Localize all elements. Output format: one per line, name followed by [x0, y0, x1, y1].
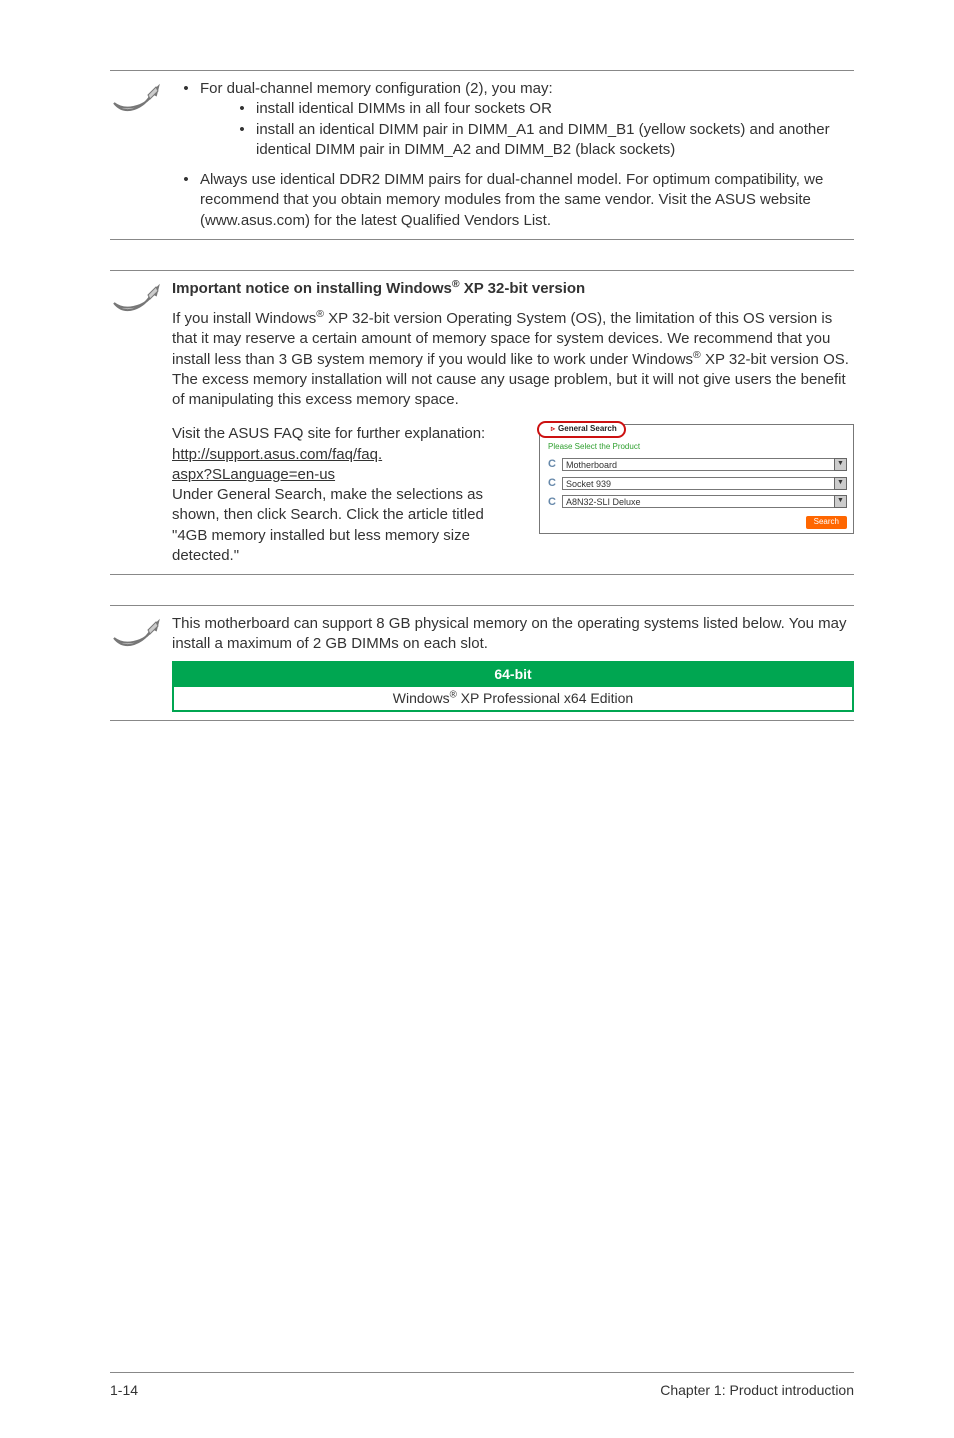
faq-link-2[interactable]: aspx?SLanguage=en-us — [172, 466, 335, 483]
section2-title: Important notice on installing Windows® … — [172, 279, 854, 299]
bullet-top-2: • Always use identical DDR2 DIMM pairs f… — [172, 170, 854, 231]
bullet-icon: • — [228, 120, 256, 161]
para-part: If you install Windows — [172, 310, 316, 327]
sub-bullet-1: • install identical DIMMs in all four so… — [228, 99, 854, 119]
note-icon — [110, 614, 172, 652]
faq-link-1[interactable]: http://support.asus.com/faq/faq. — [172, 446, 382, 463]
faq-instruction: Please Select the Product — [540, 440, 853, 455]
instr-text: Visit the ASUS FAQ site for further expl… — [172, 424, 521, 444]
page-footer: 1-14 Chapter 1: Product introduction — [110, 1372, 854, 1400]
sub-bullet-text: install identical DIMMs in all four sock… — [256, 99, 854, 119]
os-table: 64-bit Windows® XP Professional x64 Edit… — [172, 661, 854, 713]
note-box-3: This motherboard can support 8 GB physic… — [110, 605, 854, 721]
bullet-text: Always use identical DDR2 DIMM pairs for… — [200, 170, 854, 231]
faq-select-product[interactable]: Motherboard — [562, 458, 835, 471]
faq-tab: ▹General Search — [537, 421, 626, 438]
para-sup: ® — [693, 349, 701, 361]
os-table-cell: Windows® XP Professional x64 Edition — [173, 686, 853, 711]
dropdown-icon[interactable]: ▼ — [834, 477, 847, 490]
os-cell-part: Windows — [393, 690, 450, 706]
section2-paragraph: If you install Windows® XP 32-bit versio… — [172, 309, 854, 410]
os-cell-sup: ® — [450, 690, 457, 701]
title-part: XP 32-bit version — [460, 280, 586, 297]
note-box-1: • For dual-channel memory configuration … — [110, 70, 854, 240]
title-sup: ® — [452, 278, 460, 290]
sub-bullet-text: install an identical DIMM pair in DIMM_A… — [256, 120, 854, 161]
faq-screenshot: ▹General Search Please Select the Produc… — [539, 424, 854, 534]
note-icon — [110, 279, 172, 317]
bullet-text: For dual-channel memory configuration (2… — [200, 80, 553, 97]
faq-select-socket[interactable]: Socket 939 — [562, 477, 835, 490]
bullet-icon: • — [228, 99, 256, 119]
note-body-3: This motherboard can support 8 GB physic… — [172, 614, 854, 712]
para-sup: ® — [316, 308, 324, 320]
c-icon: C — [546, 476, 558, 491]
section2-instructions: Visit the ASUS FAQ site for further expl… — [172, 424, 521, 566]
faq-row-3: C A8N32-SLI Deluxe ▼ — [540, 493, 853, 512]
faq-row-1: C Motherboard ▼ — [540, 455, 853, 474]
faq-row-2: C Socket 939 ▼ — [540, 474, 853, 493]
dropdown-icon[interactable]: ▼ — [834, 458, 847, 471]
sub-bullet-2: • install an identical DIMM pair in DIMM… — [228, 120, 854, 161]
bullet-icon: • — [172, 170, 200, 231]
section3-text: This motherboard can support 8 GB physic… — [172, 614, 854, 655]
faq-select-model[interactable]: A8N32-SLI Deluxe — [562, 495, 835, 508]
title-part: Important notice on installing Windows — [172, 280, 452, 297]
note-box-2: Important notice on installing Windows® … — [110, 270, 854, 575]
note-body-1: • For dual-channel memory configuration … — [172, 79, 854, 231]
instr-text-2: Under General Search, make the selection… — [172, 485, 521, 566]
c-icon: C — [546, 495, 558, 510]
bullet-icon: • — [172, 79, 200, 160]
os-table-header: 64-bit — [173, 662, 853, 687]
chapter-title: Chapter 1: Product introduction — [660, 1381, 854, 1400]
c-icon: C — [546, 457, 558, 472]
page-number: 1-14 — [110, 1381, 138, 1400]
search-button[interactable]: Search — [806, 516, 847, 529]
os-cell-part: XP Professional x64 Edition — [457, 690, 633, 706]
note-icon — [110, 79, 172, 117]
dropdown-icon[interactable]: ▼ — [834, 495, 847, 508]
faq-tab-label: General Search — [558, 424, 617, 433]
bullet-top-1: • For dual-channel memory configuration … — [172, 79, 854, 160]
note-body-2: Important notice on installing Windows® … — [172, 279, 854, 566]
